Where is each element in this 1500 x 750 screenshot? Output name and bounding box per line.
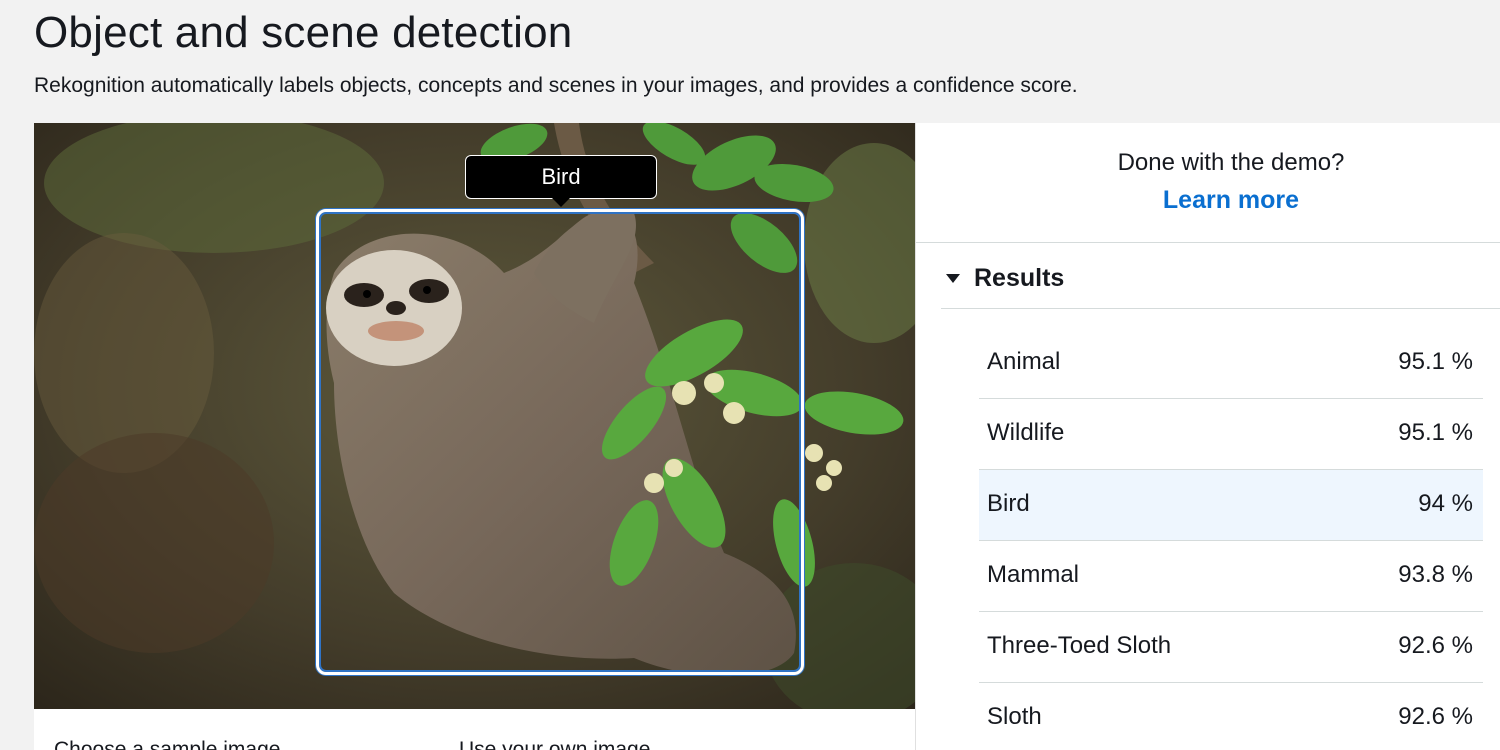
results-list: Animal 95.1 % Wildlife 95.1 % Bird 94 % … [979, 328, 1483, 750]
divider [916, 242, 1500, 243]
result-confidence: 95.1 % [1398, 419, 1473, 446]
result-row[interactable]: Wildlife 95.1 % [979, 399, 1483, 470]
page-subtitle: Rekognition automatically labels objects… [34, 74, 1078, 97]
divider [941, 308, 1500, 309]
result-row[interactable]: Three-Toed Sloth 92.6 % [979, 612, 1483, 683]
choose-sample-image-option[interactable]: Choose a sample image [54, 738, 280, 750]
bounding-box[interactable] [316, 209, 804, 675]
result-row[interactable]: Mammal 93.8 % [979, 541, 1483, 612]
result-label: Bird [987, 490, 1030, 517]
result-label: Animal [987, 348, 1061, 375]
done-with-demo-text: Done with the demo? [1117, 149, 1345, 176]
result-label: Wildlife [987, 419, 1065, 446]
page: Object and scene detection Rekognition a… [0, 0, 1500, 750]
result-confidence: 94 % [1418, 490, 1473, 517]
result-label: Three-Toed Sloth [987, 632, 1172, 659]
analyzed-image-panel: Bird [34, 123, 915, 709]
results-heading: Results [974, 263, 1065, 292]
result-row[interactable]: Sloth 92.6 % [979, 683, 1483, 750]
page-title: Object and scene detection [34, 8, 573, 57]
result-row-selected[interactable]: Bird 94 % [979, 470, 1483, 541]
result-row[interactable]: Animal 95.1 % [979, 328, 1483, 399]
result-confidence: 95.1 % [1398, 348, 1473, 375]
result-confidence: 92.6 % [1398, 703, 1473, 730]
result-label: Mammal [987, 561, 1080, 588]
results-toggle[interactable]: Results [946, 261, 1064, 295]
caret-down-icon [946, 273, 960, 283]
results-side-panel: Done with the demo? Learn more Results A… [915, 123, 1500, 750]
bounding-box-label: Bird [465, 155, 657, 207]
image-source-options: Choose a sample image Use your own image [34, 709, 915, 750]
result-confidence: 93.8 % [1398, 561, 1473, 588]
result-label: Sloth [987, 703, 1042, 730]
use-own-image-option[interactable]: Use your own image [459, 738, 650, 750]
learn-more-link[interactable]: Learn more [916, 186, 1500, 215]
result-confidence: 92.6 % [1398, 632, 1473, 659]
